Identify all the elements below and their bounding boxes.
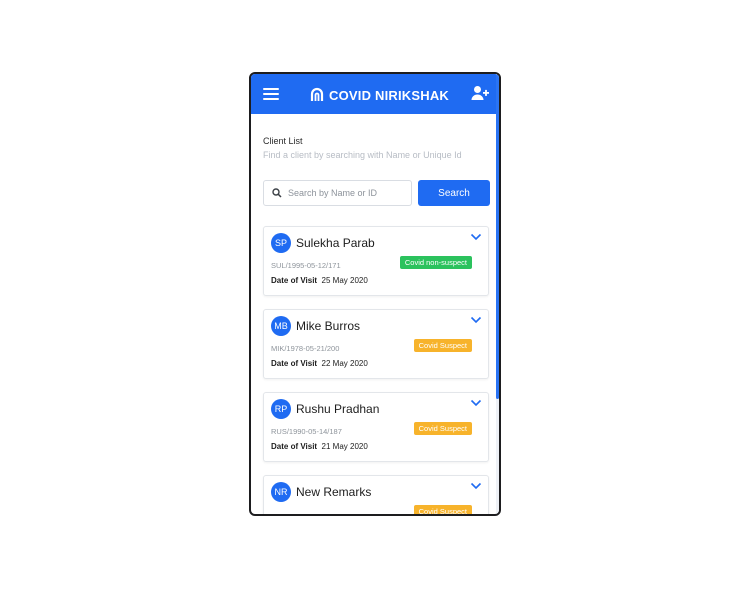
brand: COVID NIRIKSHAK xyxy=(309,86,449,104)
scrollbar[interactable] xyxy=(496,74,499,514)
visit-date: 25 May 2020 xyxy=(321,276,368,285)
client-card[interactable]: SP Sulekha Parab SUL/1995-05-12/171 Covi… xyxy=(263,226,489,296)
client-unique-id: MIK/1978-05-21/200 xyxy=(271,344,340,353)
avatar: RP xyxy=(271,399,291,419)
chevron-down-icon[interactable] xyxy=(470,233,482,241)
visit-date: 22 May 2020 xyxy=(321,359,368,368)
avatar: NR xyxy=(271,482,291,502)
status-badge: Covid Suspect xyxy=(413,339,472,352)
avatar: SP xyxy=(271,233,291,253)
hamburger-icon[interactable] xyxy=(263,88,279,100)
client-name: Mike Burros xyxy=(296,319,361,333)
brand-name: COVID NIRIKSHAK xyxy=(329,87,450,103)
visit-label: Date of Visit xyxy=(271,442,318,451)
search-input[interactable] xyxy=(288,185,406,201)
client-name: Rushu Pradhan xyxy=(296,402,380,416)
client-card[interactable]: RP Rushu Pradhan RUS/1990-05-14/187 Covi… xyxy=(263,392,489,462)
visit-label: Date of Visit xyxy=(271,276,318,285)
add-user-icon[interactable] xyxy=(471,85,489,106)
visit-info: Date of Visit 22 May 2020 xyxy=(271,359,368,368)
chevron-down-icon[interactable] xyxy=(470,316,482,324)
client-unique-id: RUS/1990-05-14/187 xyxy=(271,427,342,436)
visit-info: Date of Visit 25 May 2020 xyxy=(271,276,368,285)
app-bar: COVID NIRIKSHAK xyxy=(251,74,499,114)
page-subtitle: Find a client by searching with Name or … xyxy=(263,150,462,160)
search-button[interactable]: Search xyxy=(418,180,490,206)
scrollbar-thumb[interactable] xyxy=(496,74,499,399)
status-badge: Covid non-suspect xyxy=(399,256,472,269)
page-title: Client List xyxy=(263,136,303,146)
visit-info: Date of Visit 21 May 2020 xyxy=(271,442,368,451)
client-unique-id: SUL/1995-05-12/171 xyxy=(271,261,341,270)
covid-logo-icon xyxy=(310,87,324,101)
visit-label: Date of Visit xyxy=(271,359,318,368)
chevron-down-icon[interactable] xyxy=(470,482,482,490)
avatar: MB xyxy=(271,316,291,336)
client-name: New Remarks xyxy=(296,485,372,499)
client-card[interactable]: NR New Remarks Covid Suspect xyxy=(263,475,489,514)
status-badge: Covid Suspect xyxy=(413,422,472,435)
status-badge: Covid Suspect xyxy=(413,505,472,514)
visit-date: 21 May 2020 xyxy=(321,442,368,451)
chevron-down-icon[interactable] xyxy=(470,399,482,407)
phone-frame: COVID NIRIKSHAK Client List Find a clien… xyxy=(249,72,501,516)
client-name: Sulekha Parab xyxy=(296,236,375,250)
search-icon xyxy=(272,188,282,198)
client-card[interactable]: MB Mike Burros MIK/1978-05-21/200 Covid … xyxy=(263,309,489,379)
search-field[interactable] xyxy=(263,180,412,206)
